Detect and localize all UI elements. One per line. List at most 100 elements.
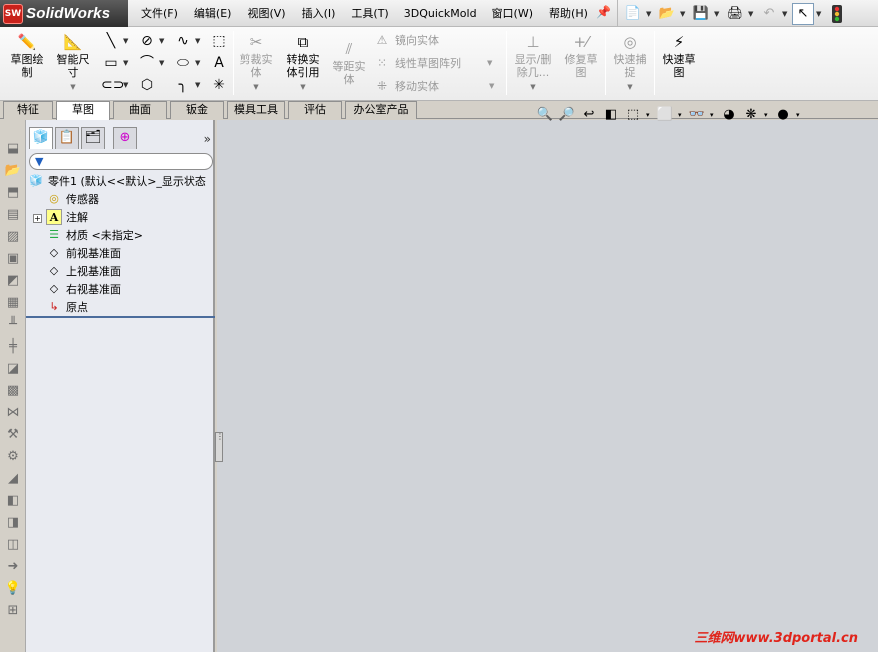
- menu-help[interactable]: 帮助(H): [541, 0, 596, 27]
- revolve-icon[interactable]: ⬒: [4, 184, 22, 202]
- chevron-down-icon[interactable]: ▼: [123, 59, 128, 67]
- repair-sketch-button[interactable]: +⁄ 修复草 图: [560, 32, 602, 79]
- feature-tree-filter[interactable]: ▼: [29, 153, 213, 170]
- rapid-sketch-button[interactable]: ⚡ 快速草 图: [658, 32, 700, 79]
- graphics-area[interactable]: 三维网www.3dportal.cn: [217, 120, 878, 652]
- chevron-down-icon[interactable]: ▾: [796, 111, 802, 119]
- offset-entities-button[interactable]: ⫽ 等距实 体: [329, 39, 369, 86]
- tab-features[interactable]: 特征: [3, 101, 53, 119]
- tab-office-products[interactable]: 办公室产品: [345, 101, 417, 119]
- tree-item-sensors[interactable]: ◎ 传感器: [46, 190, 99, 208]
- chevron-down-icon[interactable]: ▼: [646, 10, 654, 18]
- tree-root-part[interactable]: 🧊 零件1 (默认<<默认>_显示状态: [28, 172, 215, 190]
- mirror-entities-button[interactable]: ⚠ 镜向实体: [373, 31, 439, 49]
- undo-icon[interactable]: ↶: [758, 3, 780, 25]
- rebuild-traffic-light-icon[interactable]: [826, 3, 848, 25]
- tree-item-annotations[interactable]: A 注解: [46, 208, 88, 226]
- light-icon[interactable]: 💡: [4, 580, 22, 598]
- chevron-down-icon[interactable]: ▼: [489, 82, 494, 90]
- zoom-to-fit-icon[interactable]: 🔍: [536, 106, 554, 124]
- tab-sketch[interactable]: 草图: [56, 101, 110, 120]
- mirror-feature-icon[interactable]: ⋈: [4, 404, 22, 422]
- open-folder-icon[interactable]: 📂: [656, 3, 678, 25]
- fillet-icon[interactable]: ╮: [173, 76, 193, 94]
- tab-sheet-metal[interactable]: 钣金: [170, 101, 224, 119]
- slot-icon[interactable]: ⊂⊃: [101, 76, 124, 94]
- dim-xpert-tab-icon[interactable]: ⊕: [113, 127, 137, 149]
- chevron-down-icon[interactable]: ▼: [282, 81, 324, 94]
- chevron-down-icon[interactable]: ▼: [123, 81, 128, 89]
- panel-splitter-handle[interactable]: ⋮: [215, 432, 224, 462]
- arc-icon[interactable]: ⌒: [137, 54, 157, 72]
- section-view-icon[interactable]: ◧: [602, 106, 620, 124]
- draft-icon[interactable]: ╪: [4, 338, 22, 356]
- linear-pattern-button[interactable]: ⁙ 线性草图阵列 ▼: [373, 54, 492, 72]
- rectangle-icon[interactable]: ▭: [101, 54, 121, 72]
- measure-icon[interactable]: ⚙: [4, 448, 22, 466]
- menu-window[interactable]: 窗口(W): [484, 0, 541, 27]
- ellipse-icon[interactable]: ⬭: [173, 54, 193, 72]
- select-pointer-icon[interactable]: ↖: [792, 2, 814, 25]
- quick-snaps-button[interactable]: ◎ 快速捕 捉 ▼: [609, 32, 651, 94]
- convert-entities-button[interactable]: ⧉ 转换实 体引用 ▼: [282, 32, 324, 94]
- open-icon[interactable]: 📂: [4, 162, 22, 180]
- tree-item-right-plane[interactable]: ◇ 右视基准面: [46, 280, 121, 298]
- view-orientation-icon[interactable]: ⬚: [624, 106, 642, 124]
- text-icon[interactable]: A: [209, 54, 229, 72]
- move-face-icon[interactable]: ➜: [4, 558, 22, 576]
- configuration-manager-tab-icon[interactable]: 🗂: [81, 127, 105, 149]
- circle-icon[interactable]: ⊘: [137, 32, 157, 50]
- chevron-down-icon[interactable]: ▼: [195, 81, 200, 89]
- menu-3dquickmold[interactable]: 3DQuickMold: [397, 0, 484, 27]
- point-icon[interactable]: ✳: [209, 76, 229, 94]
- chevron-down-icon[interactable]: ▼: [510, 81, 556, 94]
- chevron-down-icon[interactable]: ▾: [764, 111, 770, 119]
- chevron-down-icon[interactable]: ▼: [714, 10, 722, 18]
- chevron-down-icon[interactable]: ▼: [159, 37, 164, 45]
- tab-evaluate[interactable]: 评估: [288, 101, 342, 119]
- save-icon[interactable]: 💾: [690, 3, 712, 25]
- fillet-feature-icon[interactable]: ◩: [4, 272, 22, 290]
- expand-panel-icon[interactable]: »: [204, 132, 211, 146]
- chevron-down-icon[interactable]: ▼: [609, 81, 651, 94]
- tab-surfaces[interactable]: 曲面: [113, 101, 167, 119]
- dome-icon[interactable]: ◨: [4, 514, 22, 532]
- new-document-icon[interactable]: 📄: [622, 3, 644, 25]
- sweep-icon[interactable]: ▤: [4, 206, 22, 224]
- chevron-down-icon[interactable]: ▼: [748, 10, 756, 18]
- menu-tools[interactable]: 工具(T): [343, 0, 396, 27]
- previous-view-icon[interactable]: ↩: [580, 106, 598, 124]
- print-icon[interactable]: 🖨: [724, 3, 746, 25]
- chamfer-icon[interactable]: ▦: [4, 294, 22, 312]
- tree-item-front-plane[interactable]: ◇ 前视基准面: [46, 244, 121, 262]
- loft-icon[interactable]: ▨: [4, 228, 22, 246]
- sketch-button[interactable]: ✏️ 草图绘 制: [8, 32, 46, 79]
- chevron-down-icon[interactable]: ▼: [782, 10, 790, 18]
- chevron-down-icon[interactable]: ▼: [680, 10, 688, 18]
- view-settings-icon[interactable]: ●: [774, 106, 792, 124]
- menu-insert[interactable]: 插入(I): [294, 0, 344, 27]
- feature-tree-tab-icon[interactable]: 🧊: [29, 127, 53, 149]
- move-entities-button[interactable]: ⁜ 移动实体 ▼: [373, 77, 494, 95]
- menu-view[interactable]: 视图(V): [239, 0, 293, 27]
- chevron-down-icon[interactable]: ▼: [487, 59, 492, 67]
- curve-icon[interactable]: ◢: [4, 470, 22, 488]
- menu-file[interactable]: 文件(F): [133, 0, 186, 27]
- line-icon[interactable]: ╲: [101, 32, 121, 50]
- chevron-down-icon[interactable]: ▼: [159, 59, 164, 67]
- apply-scene-icon[interactable]: ❋: [742, 106, 760, 124]
- chevron-down-icon[interactable]: ▾: [678, 111, 684, 119]
- chevron-down-icon[interactable]: ▾: [646, 111, 652, 119]
- chevron-down-icon[interactable]: ▼: [195, 59, 200, 67]
- tree-item-origin[interactable]: ↳ 原点: [46, 298, 88, 316]
- display-style-icon[interactable]: ⬜: [656, 106, 674, 124]
- wrap-icon[interactable]: ◧: [4, 492, 22, 510]
- display-delete-relations-button[interactable]: ⊥ 显示/删 除几... ▼: [510, 32, 556, 94]
- chevron-down-icon[interactable]: ▼: [236, 81, 276, 94]
- edit-appearance-icon[interactable]: ◕: [720, 106, 738, 124]
- chevron-down-icon[interactable]: ▾: [710, 111, 716, 119]
- pattern-icon[interactable]: ▩: [4, 382, 22, 400]
- menu-edit[interactable]: 编辑(E): [186, 0, 240, 27]
- chevron-down-icon[interactable]: ▼: [53, 81, 93, 94]
- pin-icon[interactable]: 📌: [596, 5, 612, 21]
